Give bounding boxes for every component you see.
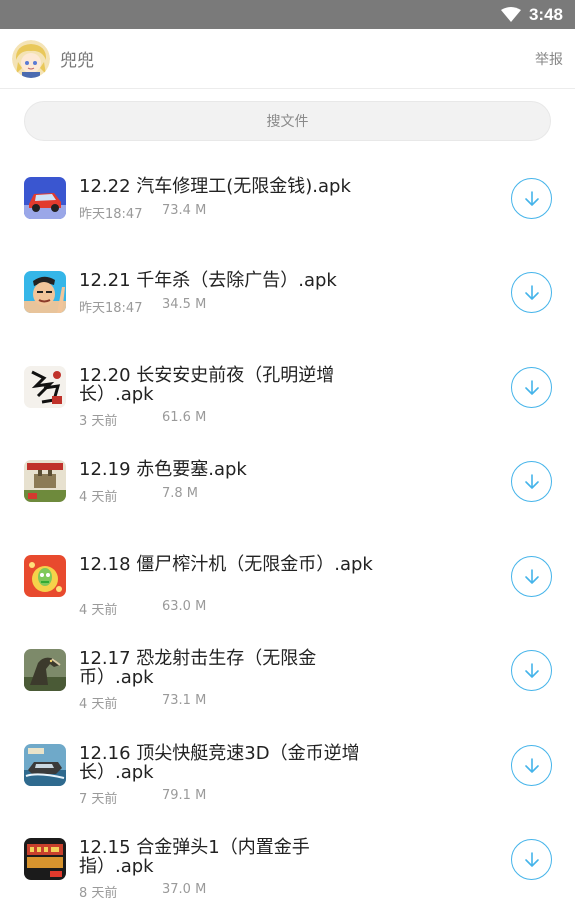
file-title: 12.15 合金弹头1（内置金手指）.apk <box>79 837 310 877</box>
download-button[interactable] <box>511 839 552 880</box>
file-title: 12.17 恐龙射击生存（无限金币）.apk <box>79 648 317 688</box>
user-name[interactable]: 兜兜 <box>60 46 535 71</box>
zombie-app-icon <box>24 555 66 597</box>
report-link[interactable]: 举报 <box>535 49 563 69</box>
calligraphy-app-icon <box>24 366 66 408</box>
list-item[interactable]: 12.17 恐龙射击生存（无限金币）.apk 4 天前 73.1 M <box>0 622 575 712</box>
list-item[interactable]: 12.18 僵尸榨汁机（无限金币）.apk 4 天前 63.0 M <box>0 528 575 618</box>
download-button[interactable] <box>511 650 552 691</box>
download-button[interactable] <box>511 272 552 313</box>
file-title: 12.22 汽车修理工(无限金钱).apk <box>79 176 351 197</box>
file-size: 63.0 M <box>162 599 207 614</box>
file-title: 12.16 顶尖快艇竞速3D（金币逆增长）.apk <box>79 743 360 783</box>
file-size: 73.1 M <box>162 693 207 708</box>
download-button[interactable] <box>511 461 552 502</box>
file-size: 73.4 M <box>162 203 207 218</box>
file-title: 12.18 僵尸榨汁机（无限金币）.apk <box>79 554 373 575</box>
file-date: 昨天18:47 <box>79 301 143 316</box>
list-item[interactable]: 12.20 长安安史前夜（孔明逆增长）.apk 3 天前 61.6 M <box>0 339 575 429</box>
file-size: 79.1 M <box>162 788 207 803</box>
file-date: 4 天前 <box>79 603 118 618</box>
download-button[interactable] <box>511 367 552 408</box>
file-size: 7.8 M <box>162 486 199 501</box>
file-date: 7 天前 <box>79 792 118 807</box>
download-button[interactable] <box>511 745 552 786</box>
file-title: 12.21 千年杀（去除广告）.apk <box>79 270 337 291</box>
list-item[interactable]: 12.16 顶尖快艇竞速3D（金币逆增长）.apk 7 天前 79.1 M <box>0 717 575 807</box>
cartoon-man-app-icon <box>24 271 66 313</box>
file-size: 61.6 M <box>162 410 207 425</box>
list-item[interactable]: 12.21 千年杀（去除广告）.apk 昨天18:47 34.5 M <box>0 244 575 334</box>
avatar[interactable] <box>12 39 50 78</box>
dinosaur-app-icon <box>24 649 66 691</box>
file-date: 3 天前 <box>79 414 118 429</box>
speedboat-app-icon <box>24 744 66 786</box>
file-title: 12.20 长安安史前夜（孔明逆增长）.apk <box>79 365 335 405</box>
file-date: 8 天前 <box>79 886 118 901</box>
header: 兜兜 举报 <box>0 29 575 89</box>
file-title: 12.19 赤色要塞.apk <box>79 459 247 480</box>
file-date: 4 天前 <box>79 697 118 712</box>
download-icon <box>524 473 539 489</box>
file-date: 昨天18:47 <box>79 207 143 222</box>
download-button[interactable] <box>511 556 552 597</box>
download-icon <box>524 284 539 300</box>
download-icon <box>524 190 539 206</box>
list-item[interactable]: 12.19 赤色要塞.apk 4 天前 7.8 M <box>0 433 575 523</box>
clock: 3:48 <box>528 4 563 24</box>
file-size: 34.5 M <box>162 297 207 312</box>
file-date: 4 天前 <box>79 490 118 505</box>
metal-slug-app-icon <box>24 838 66 880</box>
list-item[interactable]: 12.15 合金弹头1（内置金手指）.apk 8 天前 37.0 M <box>0 811 575 901</box>
fortress-app-icon <box>24 460 66 502</box>
wifi-icon <box>500 6 521 22</box>
status-bar: 3:48 <box>0 0 575 29</box>
download-icon <box>524 851 539 867</box>
list-item[interactable]: 12.22 汽车修理工(无限金钱).apk 昨天18:47 73.4 M <box>0 150 575 240</box>
search-input[interactable]: 搜文件 <box>24 101 551 141</box>
download-icon <box>524 662 539 678</box>
download-icon <box>524 379 539 395</box>
download-button[interactable] <box>511 178 552 219</box>
file-size: 37.0 M <box>162 882 207 897</box>
download-icon <box>524 568 539 584</box>
car-app-icon <box>24 177 66 219</box>
download-icon <box>524 757 539 773</box>
